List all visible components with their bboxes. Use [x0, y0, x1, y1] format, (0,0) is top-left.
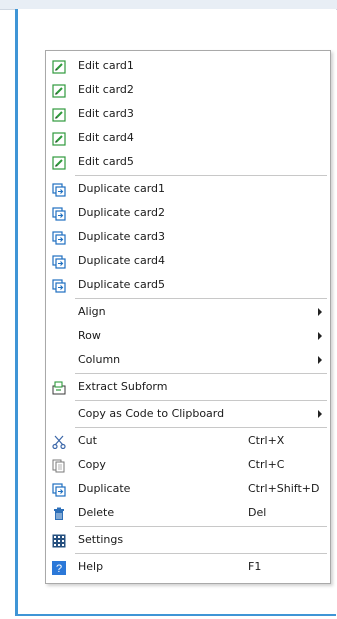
- duplicate-icon: [52, 278, 66, 293]
- menu-item-label: Duplicate card1: [78, 182, 166, 195]
- context-menu: Edit card1 Edit card2 Edit card3 Edit ca…: [45, 50, 331, 584]
- menu-item-duplicate-card5[interactable]: Duplicate card5: [46, 273, 330, 297]
- duplicate-icon: [52, 206, 66, 221]
- duplicate-icon: [52, 254, 66, 269]
- menu-item-label: Copy as Code to Clipboard: [78, 407, 225, 420]
- menu-item-copy[interactable]: Copy Ctrl+C: [46, 453, 330, 477]
- menu-item-label: Edit card5: [78, 155, 134, 168]
- submenu-arrow-icon: [318, 332, 322, 340]
- edit-icon: [52, 131, 66, 146]
- edit-icon: [52, 59, 66, 74]
- edit-icon: [52, 155, 66, 170]
- menu-item-label: Copy: [78, 458, 106, 471]
- menu-separator: [75, 298, 327, 299]
- edit-icon: [52, 107, 66, 122]
- menu-item-duplicate-card3[interactable]: Duplicate card3: [46, 225, 330, 249]
- menu-item-label: Duplicate card3: [78, 230, 166, 243]
- menu-item-label: Help: [78, 560, 104, 573]
- menu-separator: [75, 373, 327, 374]
- menu-separator: [75, 175, 327, 176]
- edit-icon: [52, 83, 66, 98]
- menu-item-cut[interactable]: Cut Ctrl+X: [46, 429, 330, 453]
- menu-item-label: Align: [78, 305, 106, 318]
- menu-item-edit-card4[interactable]: Edit card4: [46, 126, 330, 150]
- submenu-arrow-icon: [318, 356, 322, 364]
- menu-item-duplicate-card2[interactable]: Duplicate card2: [46, 201, 330, 225]
- submenu-arrow-icon: [318, 410, 322, 418]
- menu-item-label: Duplicate card2: [78, 206, 166, 219]
- menu-item-label: Settings: [78, 533, 124, 546]
- menu-item-label: Edit card3: [78, 107, 134, 120]
- menu-item-edit-card5[interactable]: Edit card5: [46, 150, 330, 174]
- trash-icon: [52, 506, 66, 520]
- menu-item-label: Duplicate card4: [78, 254, 166, 267]
- menu-item-duplicate-card4[interactable]: Duplicate card4: [46, 249, 330, 273]
- menu-item-align[interactable]: Align: [46, 300, 330, 324]
- menu-item-duplicate-card1[interactable]: Duplicate card1: [46, 177, 330, 201]
- menu-item-shortcut: Ctrl+Shift+D: [248, 482, 320, 495]
- menu-item-duplicate[interactable]: Duplicate Ctrl+Shift+D: [46, 477, 330, 501]
- menu-item-row[interactable]: Row: [46, 324, 330, 348]
- menu-item-label: Edit card2: [78, 83, 134, 96]
- menu-item-edit-card1[interactable]: Edit card1: [46, 54, 330, 78]
- menu-item-shortcut: Ctrl+C: [248, 458, 285, 471]
- menu-item-label: Column: [78, 353, 121, 366]
- menu-item-label: Duplicate: [78, 482, 131, 495]
- menu-item-shortcut: Del: [248, 506, 267, 519]
- copy-icon: [52, 458, 66, 473]
- menu-item-label: Duplicate card5: [78, 278, 166, 291]
- svg-text:?: ?: [56, 563, 62, 575]
- menu-separator: [75, 427, 327, 428]
- menu-item-edit-card3[interactable]: Edit card3: [46, 102, 330, 126]
- extract-subform-icon: [52, 380, 66, 395]
- menu-item-label: Cut: [78, 434, 97, 447]
- duplicate-icon: [52, 230, 66, 245]
- menu-separator: [75, 526, 327, 527]
- menu-item-label: Edit card1: [78, 59, 134, 72]
- settings-grid-icon: [52, 533, 66, 548]
- help-icon: ?: [52, 560, 66, 575]
- menu-item-delete[interactable]: Delete Del: [46, 501, 330, 525]
- duplicate-icon: [52, 482, 66, 497]
- menu-item-label: Extract Subform: [78, 380, 168, 393]
- menu-item-settings[interactable]: Settings: [46, 528, 330, 552]
- duplicate-icon: [52, 182, 66, 197]
- submenu-arrow-icon: [318, 308, 322, 316]
- menu-item-copy-as-code-to-clipboard[interactable]: Copy as Code to Clipboard: [46, 402, 330, 426]
- menu-item-label: Delete: [78, 506, 115, 519]
- menu-separator: [75, 553, 327, 554]
- menu-item-extract-subform[interactable]: Extract Subform: [46, 375, 330, 399]
- menu-item-shortcut: F1: [248, 560, 262, 573]
- menu-item-edit-card2[interactable]: Edit card2: [46, 78, 330, 102]
- menu-item-shortcut: Ctrl+X: [248, 434, 285, 447]
- menu-item-help[interactable]: ? Help F1: [46, 555, 330, 579]
- scissors-icon: [52, 434, 66, 450]
- menu-separator: [75, 400, 327, 401]
- menu-item-label: Edit card4: [78, 131, 134, 144]
- menu-item-column[interactable]: Column: [46, 348, 330, 372]
- menu-item-label: Row: [78, 329, 101, 342]
